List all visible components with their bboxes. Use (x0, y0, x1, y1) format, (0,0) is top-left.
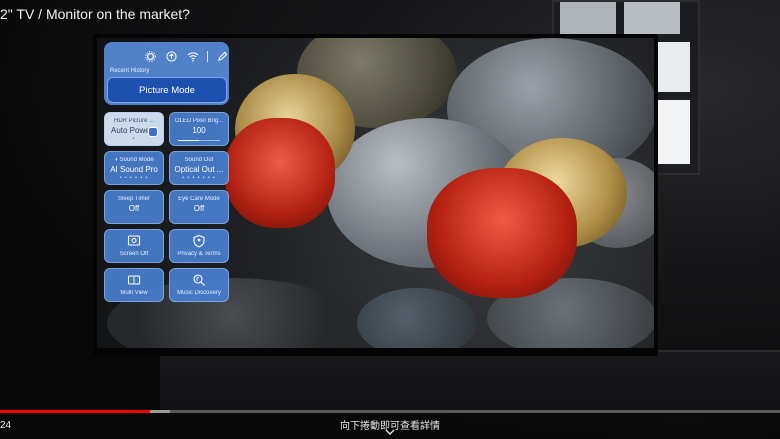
music-discovery-tile[interactable]: Music Discovery (169, 268, 229, 302)
sound-mode-value: AI Sound Pro (110, 165, 158, 174)
oled-brightness-slider[interactable] (178, 139, 220, 141)
eye-care-label: Eye Care Mode (178, 196, 220, 202)
hdr-page-dots: • (132, 136, 136, 142)
sound-out-value: Optical Out ... (174, 165, 224, 174)
progress-played (0, 410, 150, 413)
quick-settings-header: Recent History Picture Mode (104, 42, 229, 105)
oled-brightness-tile[interactable]: OLED Pixel Brig... 100 (169, 112, 229, 146)
multi-view-label: Multi View (120, 290, 148, 296)
sound-out-dots: • • • • • • • (182, 175, 216, 181)
privacy-shield-icon (192, 234, 206, 248)
screen-off-tile[interactable]: Screen Off (104, 229, 164, 263)
quick-settings-panel: Recent History Picture Mode HDR Picture … (104, 42, 232, 306)
sound-mode-label: ◖ Sound Mode (114, 157, 154, 163)
upload-icon[interactable] (165, 50, 178, 63)
oled-brightness-label: OLED Pixel Brig... (174, 118, 224, 124)
sleep-timer-label: Sleep Timer (117, 196, 150, 202)
eye-care-value: Off (193, 204, 205, 213)
privacy-terms-label: Privacy & Terms (177, 251, 221, 257)
sound-out-tile[interactable]: Sound Out Optical Out ... • • • • • • • (169, 151, 229, 185)
sound-mode-dots: • • • • • • (119, 175, 149, 181)
video-title[interactable]: 2" TV / Monitor on the market? (0, 6, 190, 22)
sleep-timer-value: Off (128, 204, 140, 213)
sound-mode-tile[interactable]: ◖ Sound Mode AI Sound Pro • • • • • • (104, 151, 164, 185)
recent-history-label: Recent History (110, 68, 150, 74)
hdr-picture-tile[interactable]: HDR Picture ... Auto Power • (104, 112, 164, 146)
tv-stand (160, 352, 780, 412)
sound-out-label: Sound Out (184, 157, 214, 163)
edit-icon[interactable] (216, 50, 229, 63)
music-discovery-label: Music Discovery (177, 290, 221, 296)
wifi-icon[interactable] (186, 50, 199, 63)
oled-brightness-value: 100 (192, 126, 206, 135)
hdr-picture-label: HDR Picture ... (113, 118, 154, 124)
gear-icon[interactable] (144, 50, 157, 63)
picture-mode-button[interactable]: Picture Mode (107, 77, 227, 103)
multi-view-tile[interactable]: Multi View (104, 268, 164, 302)
chevron-down-icon[interactable] (385, 428, 395, 436)
hdr-toggle-knob[interactable] (148, 127, 158, 137)
progress-buffered (150, 410, 170, 413)
privacy-terms-tile[interactable]: Privacy & Terms (169, 229, 229, 263)
video-progress-bar[interactable] (0, 410, 780, 413)
screen-off-label: Screen Off (119, 251, 149, 257)
music-discovery-icon (192, 273, 206, 287)
sleep-timer-tile[interactable]: Sleep Timer Off (104, 190, 164, 224)
speaker-icon: ◖ (114, 157, 118, 163)
multi-view-icon (127, 273, 141, 287)
screen-off-icon (127, 234, 141, 248)
eye-care-tile[interactable]: Eye Care Mode Off (169, 190, 229, 224)
header-separator (207, 51, 208, 62)
